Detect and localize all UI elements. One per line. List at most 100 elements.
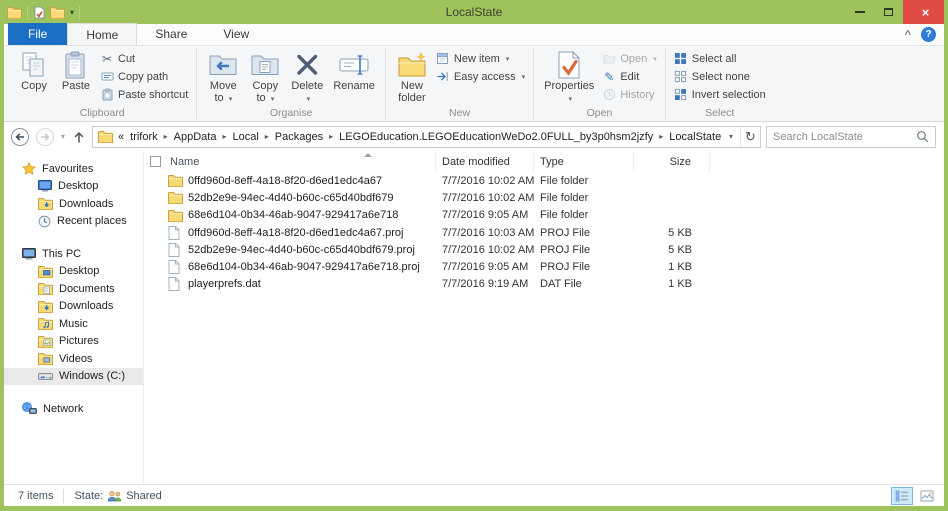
file-icon xyxy=(168,260,180,274)
qat-customize-chevron-icon[interactable]: ▾ xyxy=(70,8,74,17)
file-icon xyxy=(168,226,180,240)
search-input[interactable] xyxy=(773,131,916,143)
group-label: Select xyxy=(672,106,768,121)
select-none-icon xyxy=(674,70,687,83)
sidebar-item-music[interactable]: Music xyxy=(4,315,143,333)
column-header-name[interactable]: Name xyxy=(144,151,436,172)
sidebar-item-documents[interactable]: Documents xyxy=(4,280,143,298)
file-row[interactable]: 0ffd960d-8eff-4a18-8f20-d6ed1edc4a677/7/… xyxy=(144,172,944,189)
tab-file[interactable]: File xyxy=(8,23,67,45)
properties-button[interactable]: Properties▾ xyxy=(540,48,598,106)
group-label: New xyxy=(392,106,527,121)
refresh-icon[interactable]: ↻ xyxy=(740,127,760,147)
group-divider xyxy=(196,48,197,119)
breadcrumb-segment[interactable]: AppData xyxy=(174,131,217,143)
open-button[interactable]: Open▾ xyxy=(600,51,658,66)
dropdown-icon: ▾ xyxy=(522,73,526,81)
date-modified: 7/7/2016 10:03 AM xyxy=(436,227,534,239)
column-header-date-modified[interactable]: Date modified xyxy=(436,151,534,172)
sidebar-item-desktop[interactable]: Desktop xyxy=(4,178,143,196)
paste-button[interactable]: Paste xyxy=(56,48,96,92)
sidebar-section-this-pc[interactable]: This PC xyxy=(4,245,143,263)
address-dropdown-icon[interactable]: ▾ xyxy=(722,127,740,147)
breadcrumb-segment[interactable]: Local xyxy=(232,131,258,143)
rename-button[interactable]: Rename xyxy=(329,48,379,92)
ribbon: CopyPaste✂CutCopy pathPaste shortcutClip… xyxy=(4,46,944,122)
sidebar-section-favourites[interactable]: Favourites xyxy=(4,160,143,178)
new-button[interactable]: Newfolder xyxy=(392,48,432,104)
copy-button[interactable]: Copyto ▾ xyxy=(245,48,285,106)
recent-locations-chevron-icon[interactable]: ▾ xyxy=(61,132,65,141)
dropdown-icon: ▾ xyxy=(271,96,275,103)
select-all-checkbox[interactable] xyxy=(150,156,161,167)
breadcrumb-chevron-icon[interactable]: ▸ xyxy=(659,132,663,141)
forward-button[interactable] xyxy=(35,127,55,147)
paste-shortcut-button[interactable]: Paste shortcut xyxy=(98,87,190,102)
breadcrumb-segment[interactable]: LEGOEducation.LEGOEducationWeDo2.0FULL_b… xyxy=(339,131,653,143)
select-none-button[interactable]: Select none xyxy=(672,69,768,84)
breadcrumb-segment[interactable]: Packages xyxy=(275,131,323,143)
tab-home[interactable]: Home xyxy=(67,23,137,45)
file-row[interactable]: 68e6d104-0b34-46ab-9047-929417a6e7187/7/… xyxy=(144,207,944,224)
items-count: 7 items xyxy=(18,490,53,502)
delete-icon xyxy=(294,52,320,78)
search-box xyxy=(766,126,936,148)
sidebar-item-downloads[interactable]: Downloads xyxy=(4,298,143,316)
network-icon xyxy=(22,402,37,415)
help-icon[interactable]: ? xyxy=(921,27,936,42)
open-icon xyxy=(603,52,616,65)
breadcrumb-segment[interactable]: trifork xyxy=(130,131,158,143)
sidebar-item-videos[interactable]: Videos xyxy=(4,350,143,368)
breadcrumb-segment[interactable]: LocalState xyxy=(669,131,721,143)
history-button[interactable]: History xyxy=(600,87,658,102)
minimize-button[interactable] xyxy=(845,0,874,24)
column-header-type[interactable]: Type xyxy=(534,151,634,172)
file-row[interactable]: playerprefs.dat7/7/2016 9:19 AMDAT File1… xyxy=(144,276,944,293)
file-row[interactable]: 52db2e9e-94ec-4d40-b60c-c65d40bdf6797/7/… xyxy=(144,189,944,206)
details-view-button[interactable] xyxy=(891,487,913,505)
qat-new-folder-button[interactable] xyxy=(50,6,65,19)
edit-button[interactable]: ✎Edit xyxy=(600,69,658,84)
date-modified: 7/7/2016 10:02 AM xyxy=(436,175,534,187)
up-button[interactable] xyxy=(71,129,87,145)
search-icon[interactable] xyxy=(916,130,929,143)
state-label: State: xyxy=(74,490,103,502)
new-item-button[interactable]: New item▾ xyxy=(434,51,527,66)
breadcrumb-chevron-icon[interactable]: ▸ xyxy=(265,132,269,141)
sidebar-item-downloads[interactable]: Downloads xyxy=(4,195,143,213)
thumbnail-view-button[interactable] xyxy=(916,487,938,505)
breadcrumb-chevron-icon[interactable]: ▸ xyxy=(164,132,168,141)
collapse-ribbon-icon[interactable]: ^ xyxy=(905,29,911,41)
sidebar-section-network[interactable]: Network xyxy=(4,400,143,418)
back-button[interactable] xyxy=(10,127,30,147)
close-button[interactable]: × xyxy=(903,0,948,24)
file-row[interactable]: 68e6d104-0b34-46ab-9047-929417a6e718.pro… xyxy=(144,258,944,275)
tab-view[interactable]: View xyxy=(205,23,267,45)
tab-share[interactable]: Share xyxy=(137,23,205,45)
sidebar-item-recent-places[interactable]: Recent places xyxy=(4,213,143,231)
copy-button[interactable]: Copy xyxy=(14,48,54,92)
file-row[interactable]: 52db2e9e-94ec-4d40-b60c-c65d40bdf679.pro… xyxy=(144,241,944,258)
cut-button[interactable]: ✂Cut xyxy=(98,51,190,66)
delete-button[interactable]: Delete▾ xyxy=(287,48,327,106)
folder-down-icon xyxy=(38,300,53,313)
select-all-button[interactable]: Select all xyxy=(672,51,768,66)
sidebar-item-desktop[interactable]: Desktop xyxy=(4,263,143,281)
sidebar-item-windows-c-[interactable]: Windows (C:) xyxy=(4,368,143,386)
qat-properties-button[interactable] xyxy=(33,6,45,19)
invert-selection-button[interactable]: Invert selection xyxy=(672,87,768,102)
copy-path-button[interactable]: Copy path xyxy=(98,69,190,84)
file-row[interactable]: 0ffd960d-8eff-4a18-8f20-d6ed1edc4a67.pro… xyxy=(144,224,944,241)
breadcrumb-overflow[interactable]: « xyxy=(118,131,124,143)
column-header-row: NameDate modifiedTypeSize xyxy=(144,151,944,172)
easy-access-button[interactable]: Easy access▾ xyxy=(434,69,527,84)
file-size: 1 KB xyxy=(634,278,710,290)
file-name: 0ffd960d-8eff-4a18-8f20-d6ed1edc4a67.pro… xyxy=(188,227,404,239)
move-button[interactable]: Moveto ▾ xyxy=(203,48,243,106)
sidebar-item-pictures[interactable]: Pictures xyxy=(4,333,143,351)
address-box[interactable]: « trifork ▸ AppData ▸ Local ▸ Packages ▸ LEGOEduc… xyxy=(92,126,761,148)
breadcrumb-chevron-icon[interactable]: ▸ xyxy=(222,132,226,141)
column-header-size[interactable]: Size xyxy=(634,151,710,172)
breadcrumb-chevron-icon[interactable]: ▸ xyxy=(329,132,333,141)
maximize-button[interactable] xyxy=(874,0,903,24)
